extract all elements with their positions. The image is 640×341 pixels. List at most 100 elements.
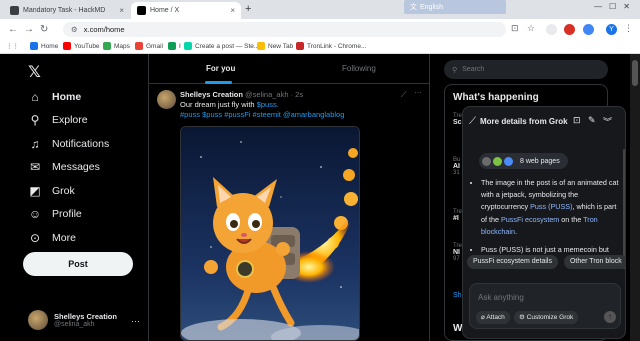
new-chat-icon[interactable]: ⊡ — [573, 115, 581, 126]
edit-icon[interactable]: ✎ — [588, 115, 596, 126]
answer-bullet: The image in the post is of an animated … — [481, 177, 621, 238]
avatar[interactable] — [157, 90, 176, 109]
source-favicon — [493, 156, 502, 166]
trend-item[interactable]: Tre #I — [453, 209, 462, 222]
site-info-icon[interactable]: ⚙ — [71, 25, 78, 34]
sidebar-item-grok[interactable]: ◩ Grok — [28, 184, 74, 198]
bookmark-i[interactable]: I — [168, 42, 181, 50]
bookmark-new-tab[interactable]: New Tab — [257, 42, 293, 50]
grok-icon: ◩ — [29, 184, 41, 198]
steemit-icon — [184, 42, 192, 50]
bookmark-youtube[interactable]: YouTube — [63, 42, 100, 50]
customize-grok-button[interactable]: ⚙ Customize Grok — [514, 311, 579, 324]
sidebar-item-more[interactable]: ⊙ More — [28, 231, 76, 245]
send-arrow-icon[interactable]: ↑ — [604, 311, 616, 323]
new-tab-button[interactable]: + — [245, 3, 251, 15]
bookmark-maps[interactable]: Maps — [103, 42, 130, 50]
reload-icon[interactable]: ↻ — [40, 24, 48, 35]
bookmark-star-icon[interactable]: ☆ — [527, 23, 535, 34]
sidebar-item-explore[interactable]: ⚲ Explore — [28, 113, 88, 127]
translate-language: English — [420, 3, 443, 11]
trend-item[interactable]: Tre Sc — [453, 113, 462, 126]
url-text: x.com/home — [83, 25, 125, 34]
panel-scrollbar[interactable] — [623, 149, 625, 269]
search-icon: ⚲ — [452, 66, 458, 74]
sidebar-item-profile[interactable]: ☺ Profile — [28, 207, 82, 221]
post-more-icon[interactable]: ··· — [414, 88, 422, 97]
sidebar-item-notifications[interactable]: ♫ Notifications — [28, 137, 110, 151]
post-header: Shelleys Creation @selina_akh · 2s — [180, 90, 303, 99]
post-button[interactable]: Post — [23, 252, 133, 276]
close-tab-icon[interactable]: × — [230, 6, 235, 15]
hashtags-links[interactable]: #puss $puss #pussFi #steemit @amarbangla… — [180, 110, 344, 119]
extension-icon[interactable] — [564, 24, 575, 35]
collapse-chevron-icon[interactable]: ︾ — [603, 115, 612, 128]
grok-panel-title: More details from Grok — [480, 116, 568, 126]
bookmarks-bar: ⋮⋮ Home YouTube Maps Gmail I Create a po… — [0, 40, 640, 54]
show-more-link[interactable]: Sh — [453, 292, 462, 299]
sources-label: 8 web pages — [520, 157, 560, 165]
x-logo-icon — [137, 6, 146, 15]
close-window-icon[interactable]: ✕ — [623, 2, 630, 11]
translate-popup[interactable]: 文 English — [404, 0, 506, 14]
ask-placeholder: Ask anything — [478, 293, 524, 302]
maps-icon — [103, 42, 111, 50]
scrollbar-thumb[interactable] — [632, 60, 638, 86]
post-author-name[interactable]: Shelleys Creation — [180, 90, 243, 99]
address-bar[interactable]: ⚙ x.com/home — [63, 22, 506, 37]
profile-avatar[interactable]: Y — [606, 24, 617, 35]
sidebar-item-messages[interactable]: ✉ Messages — [28, 160, 100, 174]
search-placeholder: Search — [462, 66, 485, 73]
active-tab-indicator — [205, 81, 232, 84]
bell-icon: ♫ — [30, 137, 40, 151]
tab-for-you[interactable]: For you — [206, 64, 235, 73]
trend-item[interactable]: Tre NI 97 — [453, 243, 462, 262]
grok-ask-input[interactable]: Ask anything ⌀ Attach ⚙ Customize Grok ↑ — [469, 283, 621, 329]
menu-kebab-icon[interactable]: ⋮ — [624, 23, 633, 34]
suggestion-chip[interactable]: Other Tron block — [563, 255, 625, 269]
post-image-jetpack-cat[interactable] — [180, 126, 360, 341]
tab-home-x[interactable]: Home / X × — [131, 2, 241, 19]
web-sources-chip[interactable]: 8 web pages — [479, 153, 568, 169]
grok-logo-icon: ⟋ — [469, 115, 476, 127]
cashtag-link[interactable]: $puss. — [257, 100, 279, 109]
window-controls: — ☐ ✕ — [594, 2, 630, 11]
bookmark-create-post[interactable]: Create a post — Ste... — [184, 42, 259, 50]
hackmd-icon — [10, 6, 19, 15]
maximize-icon[interactable]: ☐ — [609, 2, 616, 11]
person-icon: ☺ — [28, 207, 42, 221]
back-icon[interactable]: ← — [8, 24, 18, 35]
tab-label: Mandatory Task - HackMD — [23, 7, 106, 14]
site-icon — [168, 42, 176, 50]
minimize-icon[interactable]: — — [594, 2, 602, 11]
apps-grid-icon[interactable]: ⋮⋮ — [6, 42, 19, 50]
sidebar-item-home[interactable]: ⌂ Home — [28, 90, 81, 104]
page-scrollbar[interactable] — [630, 54, 640, 341]
bookmark-tronlink[interactable]: TronLink - Chrome... — [296, 42, 366, 50]
grok-details-panel: ⟋ More details from Grok ⊡ ✎ ︾ 8 web pag… — [462, 106, 626, 339]
bookmark-gmail[interactable]: Gmail — [135, 42, 163, 50]
close-tab-icon[interactable]: × — [119, 6, 124, 15]
install-app-icon[interactable]: ⊡ — [511, 23, 519, 34]
extensions-puzzle-icon[interactable] — [583, 24, 594, 35]
gmail-icon — [135, 42, 143, 50]
post-text: Our dream just fly with $puss. #puss $pu… — [180, 100, 345, 119]
suggestion-chip[interactable]: PussFi ecosystem details — [467, 255, 558, 269]
forward-icon[interactable]: → — [24, 24, 34, 35]
bookmark-home[interactable]: Home — [30, 42, 58, 50]
browser-toolbar: ← → ↻ ⚙ x.com/home ⊡ ☆ Y ⋮ — [0, 19, 640, 40]
tab-hackmd[interactable]: Mandatory Task - HackMD × — [4, 2, 130, 19]
account-switcher[interactable]: Shelleys Creation @selina_akh — [28, 310, 117, 330]
search-input[interactable]: ⚲ Search — [444, 60, 608, 79]
account-more-icon[interactable]: ··· — [131, 316, 140, 326]
trend-item[interactable]: Bu AI 31 — [453, 157, 460, 176]
extension-icon[interactable] — [546, 24, 557, 35]
tronlink-icon — [296, 42, 304, 50]
tab-following[interactable]: Following — [342, 64, 376, 73]
search-icon: ⚲ — [30, 113, 40, 127]
grok-explain-icon[interactable]: ⟋ — [401, 90, 407, 100]
attach-button[interactable]: ⌀ Attach — [476, 311, 510, 324]
x-logo[interactable]: 𝕏 — [28, 62, 41, 82]
main-feed: For you Following Shelleys Creation @sel… — [148, 54, 430, 341]
whats-happening-title: What's happening — [453, 92, 539, 103]
